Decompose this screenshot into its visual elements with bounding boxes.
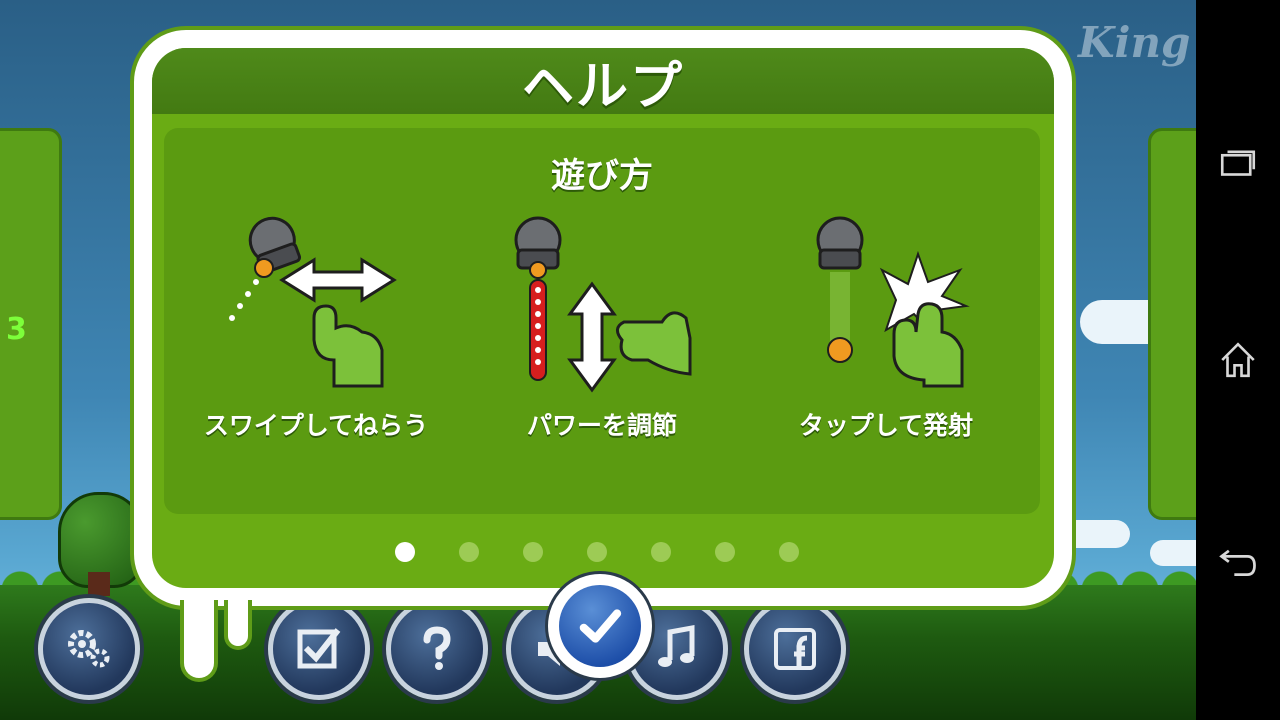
page-dot[interactable] (715, 542, 735, 562)
page-subtitle: 遊び方 (551, 156, 653, 196)
step-label: スワイプしてねらう (203, 411, 429, 440)
facebook-button[interactable] (744, 598, 846, 700)
page-dot[interactable] (779, 542, 799, 562)
help-button[interactable] (386, 598, 488, 700)
home-icon (1221, 342, 1255, 378)
help-question-icon (423, 626, 451, 670)
step-adjust-power: パワーを調節 (472, 210, 732, 440)
dialog-title-bar: ヘルプ (152, 48, 1054, 117)
page-dot[interactable] (523, 542, 543, 562)
recent-apps-button[interactable] (1214, 140, 1262, 188)
adjust-power-icon (514, 216, 692, 393)
dialog-drip (224, 600, 252, 650)
page-dot[interactable] (651, 542, 671, 562)
facebook-icon (774, 628, 816, 670)
checklist-icon (297, 628, 341, 669)
step-swipe-aim: スワイプしてねらう (186, 210, 446, 440)
step-tap-fire: タップして発射 (756, 210, 1016, 440)
system-navigation-bar (1196, 0, 1280, 720)
music-note-icon (658, 625, 695, 667)
confirm-button[interactable] (548, 574, 652, 678)
back-icon (1219, 549, 1256, 577)
checklist-button[interactable] (268, 598, 370, 700)
page-indicator (152, 542, 1054, 564)
level-number: 3 (6, 312, 27, 347)
help-dialog: ヘルプ 遊び方 スワイプしてねらう パワーを調節 タップして発射 (152, 48, 1054, 588)
checkmark-icon (579, 609, 622, 643)
recent-apps-icon (1220, 150, 1256, 176)
page-dot[interactable] (459, 542, 479, 562)
page-dot-active[interactable] (395, 542, 415, 562)
home-button[interactable] (1214, 336, 1262, 384)
confirm-button-core (559, 585, 641, 667)
tree-trunk (88, 572, 110, 596)
step-label: パワーを調節 (526, 411, 677, 440)
page-dot[interactable] (587, 542, 607, 562)
swipe-aim-icon (229, 216, 397, 388)
settings-button[interactable] (38, 598, 140, 700)
step-label: タップして発射 (798, 411, 974, 440)
king-logo: King (1078, 18, 1191, 67)
dialog-drip (180, 600, 218, 682)
tap-fire-icon (816, 216, 970, 388)
back-button[interactable] (1214, 536, 1262, 584)
help-page-panel: 遊び方 スワイプしてねらう パワーを調節 タップして発射 (164, 128, 1040, 514)
settings-gears-icon (68, 630, 110, 668)
dialog-title: ヘルプ (521, 56, 684, 117)
next-level-panel[interactable] (1148, 128, 1196, 520)
